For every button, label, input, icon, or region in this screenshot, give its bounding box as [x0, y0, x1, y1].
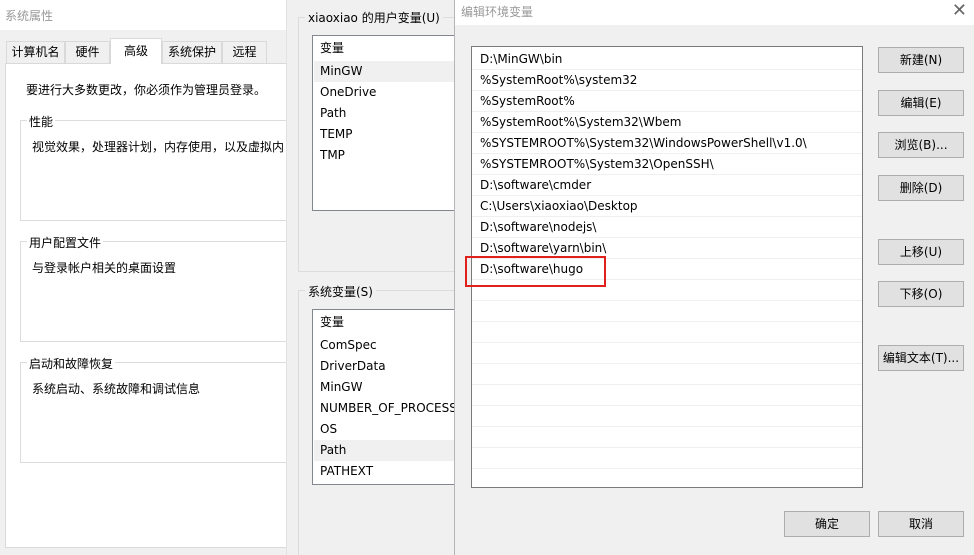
new-button[interactable]: 新建(N)	[878, 47, 964, 73]
path-entry[interactable]: %SystemRoot%	[472, 91, 862, 112]
user-variable-row[interactable]: TEMP	[314, 124, 454, 145]
empty-row	[472, 322, 862, 343]
tab-advanced[interactable]: 高级	[110, 38, 162, 64]
path-entry[interactable]: C:\Users\xiaoxiao\Desktop	[472, 196, 862, 217]
user-profiles-group: 用户配置文件 与登录帐户相关的桌面设置	[20, 234, 300, 342]
move-down-button[interactable]: 下移(O)	[878, 281, 964, 307]
path-entry[interactable]: D:\software\nodejs\	[472, 217, 862, 238]
user-variables-list[interactable]: 变量 MinGW OneDrive Path TEMP TMP	[312, 35, 454, 211]
empty-row	[472, 280, 862, 301]
system-variables-list[interactable]: 变量 ComSpec DriverData MinGW NUMBER_OF_PR…	[312, 309, 454, 485]
performance-description: 视觉效果，处理器计划，内存使用，以及虚拟内	[32, 140, 285, 154]
user-variable-row[interactable]: OneDrive	[314, 82, 454, 103]
close-icon[interactable]: ✕	[952, 0, 967, 22]
tab-computer-name[interactable]: 计算机名	[6, 41, 65, 63]
system-variable-row[interactable]: NUMBER_OF_PROCESSORS	[314, 398, 454, 419]
path-entry[interactable]: D:\software\cmder	[472, 175, 862, 196]
system-variable-row[interactable]: DriverData	[314, 356, 454, 377]
path-entry[interactable]: D:\MinGW\bin	[472, 49, 862, 70]
empty-row	[472, 427, 862, 448]
empty-row	[472, 385, 862, 406]
tab-remote[interactable]: 远程	[222, 41, 267, 63]
edit-environment-variable-dialog: 编辑环境变量 ✕ D:\MinGW\bin %SystemRoot%\syste…	[454, 0, 974, 555]
user-variable-row[interactable]: MinGW	[314, 61, 454, 82]
path-entry[interactable]: %SystemRoot%\system32	[472, 70, 862, 91]
path-entries-list[interactable]: D:\MinGW\bin %SystemRoot%\system32 %Syst…	[471, 46, 863, 488]
empty-row	[472, 364, 862, 385]
admin-notice: 要进行大多数更改，你必须作为管理员登录。	[26, 83, 267, 97]
empty-row	[472, 301, 862, 322]
empty-row	[472, 343, 862, 364]
user-variable-row[interactable]: TMP	[314, 145, 454, 166]
tab-hardware[interactable]: 硬件	[65, 41, 110, 63]
system-variable-row[interactable]: OS	[314, 419, 454, 440]
user-variable-row[interactable]: Path	[314, 103, 454, 124]
startup-recovery-description: 系统启动、系统故障和调试信息	[32, 382, 201, 396]
system-properties-title: 系统属性	[5, 9, 54, 23]
path-entry[interactable]: D:\software\yarn\bin\	[472, 238, 862, 259]
edit-button[interactable]: 编辑(E)	[878, 90, 964, 116]
system-variables-header[interactable]: 变量	[314, 312, 454, 333]
user-variables-header[interactable]: 变量	[314, 38, 454, 59]
environment-variables-window: xiaoxiao 的用户变量(U) 变量 MinGW OneDrive Path…	[286, 0, 454, 555]
user-profiles-description: 与登录帐户相关的桌面设置	[32, 261, 177, 275]
browse-button[interactable]: 浏览(B)...	[878, 132, 964, 158]
move-up-button[interactable]: 上移(U)	[878, 239, 964, 265]
edit-dialog-titlebar: 编辑环境变量 ✕	[455, 0, 974, 25]
system-variable-row[interactable]: MinGW	[314, 377, 454, 398]
startup-recovery-group: 启动和故障恢复 系统启动、系统故障和调试信息	[20, 355, 300, 463]
empty-row	[472, 448, 862, 469]
cancel-button[interactable]: 取消	[878, 511, 964, 537]
edit-dialog-title: 编辑环境变量	[461, 5, 534, 19]
performance-group: 性能 视觉效果，处理器计划，内存使用，以及虚拟内	[20, 113, 300, 221]
path-entry[interactable]: %SYSTEMROOT%\System32\OpenSSH\	[472, 154, 862, 175]
startup-recovery-group-label: 启动和故障恢复	[27, 355, 116, 372]
path-entry[interactable]: %SYSTEMROOT%\System32\WindowsPowerShell\…	[472, 133, 862, 154]
system-properties-titlebar: 系统属性	[0, 0, 286, 30]
system-properties-window: 系统属性 计算机名 硬件 高级 系统保护 远程 要进行大多数更改，你必须作为管理…	[0, 0, 300, 555]
system-variable-row[interactable]: ComSpec	[314, 335, 454, 356]
performance-group-label: 性能	[27, 113, 56, 130]
tab-system-protection[interactable]: 系统保护	[162, 41, 222, 63]
user-variables-label: xiaoxiao 的用户变量(U)	[305, 9, 443, 26]
system-variable-row-path[interactable]: Path	[314, 440, 454, 461]
system-variables-label: 系统变量(S)	[305, 283, 376, 300]
delete-button[interactable]: 删除(D)	[878, 175, 964, 201]
user-profiles-group-label: 用户配置文件	[27, 234, 104, 251]
ok-button[interactable]: 确定	[784, 511, 870, 537]
edit-text-button[interactable]: 编辑文本(T)...	[878, 345, 964, 371]
path-entry-hugo[interactable]: D:\software\hugo	[472, 259, 862, 280]
path-entry[interactable]: %SystemRoot%\System32\Wbem	[472, 112, 862, 133]
system-variable-row[interactable]: PATHEXT	[314, 461, 454, 482]
empty-row	[472, 406, 862, 427]
